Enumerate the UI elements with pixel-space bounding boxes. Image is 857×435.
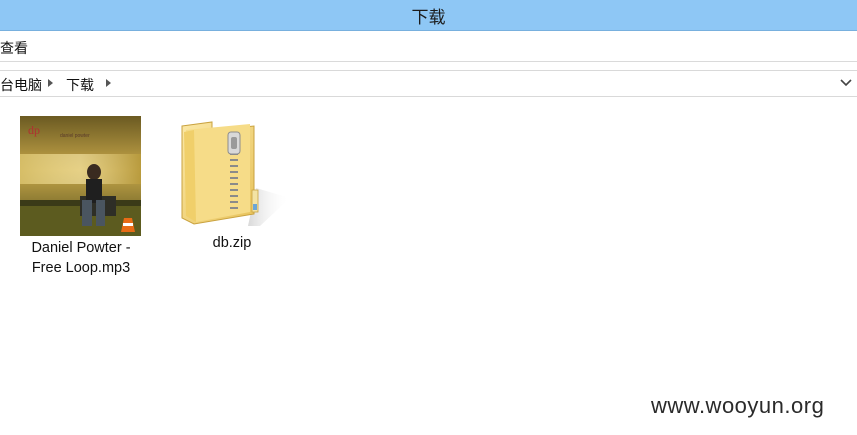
breadcrumb-downloads[interactable]: 下载 <box>66 75 94 95</box>
album-logo: dp <box>28 123 40 137</box>
file-name[interactable]: db.zip <box>172 233 292 253</box>
breadcrumb-separator-icon[interactable] <box>48 79 53 87</box>
title-bar: 下载 <box>0 0 857 31</box>
window-title: 下载 <box>411 7 446 27</box>
breadcrumb-this-pc[interactable]: 台电脑 <box>0 75 42 95</box>
file-name[interactable]: Daniel Powter - Free Loop.mp3 <box>20 238 142 278</box>
zip-folder-icon[interactable] <box>172 118 292 230</box>
album-artist-text: daniel powter <box>60 133 90 139</box>
file-item-zip[interactable]: db.zip <box>172 118 292 253</box>
tab-view[interactable]: 查看 <box>0 38 28 58</box>
album-art-thumbnail[interactable]: dp daniel powter <box>20 116 141 236</box>
watermark: www.wooyun.org <box>651 393 825 418</box>
ribbon-bar: 查看 <box>0 31 857 62</box>
breadcrumb-separator-icon[interactable] <box>106 79 111 87</box>
chevron-down-icon[interactable] <box>840 78 852 88</box>
file-item-mp3[interactable]: dp daniel powter Daniel Powter - Free Lo… <box>20 116 142 278</box>
address-bar[interactable]: 台电脑 下载 <box>0 70 857 97</box>
